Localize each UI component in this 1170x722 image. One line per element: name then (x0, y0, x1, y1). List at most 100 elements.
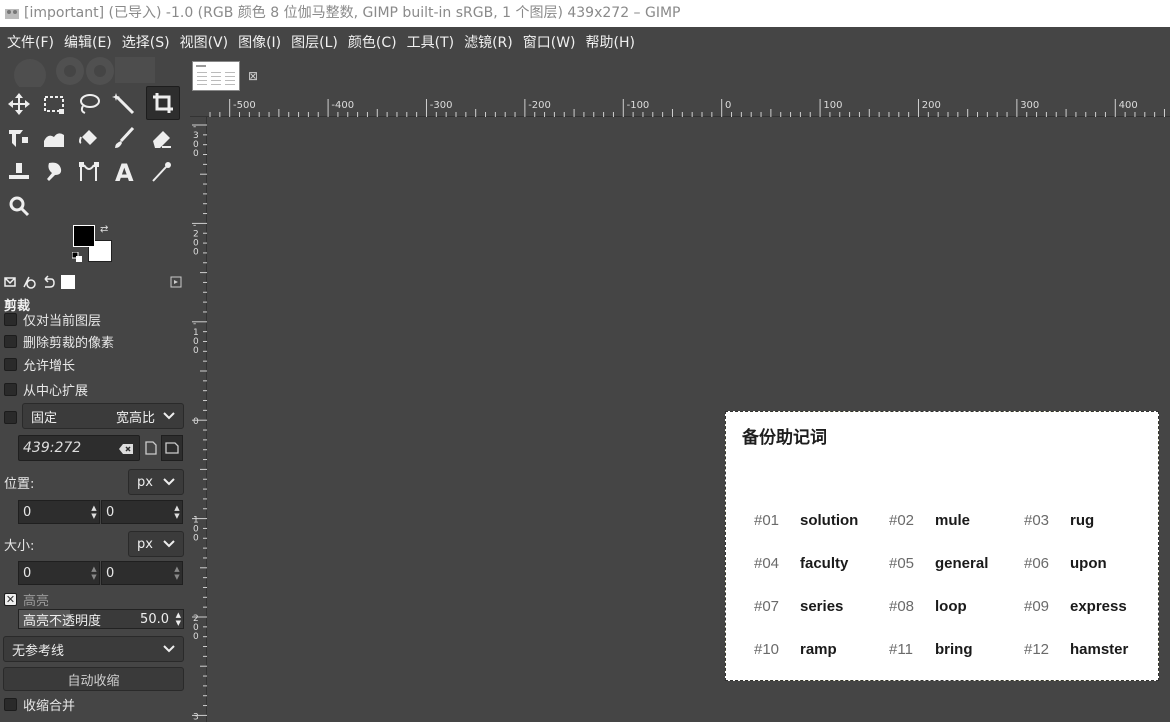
images-tab-icon[interactable] (60, 274, 76, 290)
fuzzy-select-icon[interactable] (107, 87, 141, 121)
rect-select-icon[interactable] (37, 87, 71, 121)
current-layer-only-checkbox[interactable]: 仅对当前图层 (4, 309, 101, 329)
auto-shrink-button[interactable]: 自动收缩 (3, 667, 184, 691)
menu-tools[interactable]: 工具(T) (402, 32, 459, 52)
bucket-fill-icon[interactable] (72, 121, 106, 155)
swap-colors-icon[interactable]: ⇄ (100, 224, 108, 235)
fg-bg-colors[interactable]: ⇄ (70, 224, 118, 264)
document-title: 备份助记词 (742, 428, 827, 448)
default-colors-icon[interactable] (72, 252, 82, 262)
image-thumbnail-tab[interactable] (192, 61, 240, 91)
checkbox-box[interactable] (4, 312, 17, 326)
word-text: upon (1070, 555, 1107, 572)
tool-options-panel: 剪裁 仅对当前图层 删除剪裁的像素 允许增长 从中心扩展 固定 宽高比 439:… (0, 293, 186, 722)
size-unit-dropdown[interactable]: px (128, 531, 184, 557)
panel-menu-icon[interactable] (168, 274, 184, 290)
shrink-merged-checkbox[interactable]: 收缩合并 (4, 694, 75, 714)
menu-edit[interactable]: 编辑(E) (59, 32, 117, 52)
word-text: rug (1070, 512, 1095, 529)
checkbox-box[interactable] (4, 697, 17, 711)
word-number: #03 (1024, 512, 1050, 529)
clone-icon[interactable] (2, 155, 36, 189)
checkbox-box[interactable] (4, 382, 17, 396)
position-y-spinner-icon[interactable]: ▲ ▼ (172, 500, 182, 524)
word-item: #07 series (754, 598, 843, 615)
clear-input-icon[interactable] (119, 444, 133, 454)
zoom-icon[interactable] (2, 189, 36, 223)
checkbox-box[interactable] (4, 410, 17, 424)
checkbox-box[interactable] (4, 357, 17, 371)
word-item: #03 rug (1024, 512, 1094, 529)
menu-layer[interactable]: 图层(L) (286, 32, 343, 52)
undo-history-tab-icon[interactable] (40, 274, 56, 290)
device-status-tab-icon[interactable] (21, 274, 37, 290)
ruler-label: -200 (193, 220, 199, 257)
paths-icon[interactable] (72, 155, 106, 189)
position-x-spinner-icon[interactable]: ▲ ▼ (89, 500, 99, 524)
word-number: #04 (754, 555, 780, 572)
tool-options-tab-icon[interactable] (2, 274, 18, 290)
menu-help[interactable]: 帮助(H) (581, 32, 640, 52)
aspect-ratio-input[interactable]: 439:272 (18, 435, 140, 461)
ruler-label: 100 (193, 516, 199, 544)
size-h-input[interactable]: 0 (101, 561, 183, 585)
menu-image[interactable]: 图像(I) (233, 32, 286, 52)
highlight-opacity-slider[interactable]: 高亮不透明度 50.0 ▲ ▼ (18, 609, 184, 629)
menu-colors[interactable]: 颜色(C) (343, 32, 402, 52)
menu-file[interactable]: 文件(F) (2, 32, 59, 52)
vertical-ruler[interactable]: -300 -200 -100 0 100 200 300 (190, 117, 207, 722)
word-number: #09 (1024, 598, 1050, 615)
menu-select[interactable]: 选择(S) (117, 32, 175, 52)
chevron-down-icon (163, 478, 175, 486)
position-x-input[interactable]: 0 (18, 500, 100, 524)
slider-spinner-icon[interactable]: ▲ ▼ (176, 611, 181, 627)
lasso-icon[interactable] (72, 87, 106, 121)
position-unit-dropdown[interactable]: px (128, 469, 184, 495)
checkbox-label: 收缩合并 (23, 698, 76, 714)
expand-from-center-checkbox[interactable]: 从中心扩展 (4, 379, 88, 399)
checkbox-box[interactable] (4, 334, 17, 348)
text-icon[interactable]: A (107, 155, 141, 189)
eraser-icon[interactable] (144, 121, 178, 155)
delete-cropped-pixels-checkbox[interactable]: 删除剪裁的像素 (4, 331, 114, 351)
menu-windows[interactable]: 窗口(W) (518, 32, 581, 52)
thumbnail-preview-icon (196, 65, 235, 85)
checkbox-label: 从中心扩展 (23, 383, 89, 399)
transform-icon[interactable] (2, 121, 36, 155)
warp-icon[interactable] (37, 121, 71, 155)
guides-dropdown[interactable]: 无参考线 (3, 636, 184, 662)
move-tool-icon[interactable] (2, 87, 36, 121)
smudge-icon[interactable] (37, 155, 71, 189)
word-item: #09 express (1024, 598, 1127, 615)
close-tab-icon[interactable]: ⊠ (248, 69, 258, 83)
portrait-icon[interactable] (140, 435, 162, 461)
size-w-spinner-icon[interactable]: ▲ ▼ (89, 561, 99, 585)
fixed-checkbox[interactable] (4, 407, 23, 427)
highlight-checkbox[interactable]: ✕ 高亮 (4, 589, 49, 609)
horizontal-ruler[interactable]: -500 -400 -300 -200 -100 0 100 200 300 400 (190, 97, 1170, 117)
crop-icon[interactable] (146, 86, 180, 120)
fixed-mode-dropdown[interactable]: 固定 宽高比 (22, 403, 184, 429)
color-picker-icon[interactable] (144, 155, 178, 189)
size-w-input[interactable]: 0 (18, 561, 100, 585)
position-y-input[interactable]: 0 (101, 500, 183, 524)
word-item: #06 upon (1024, 555, 1107, 572)
horizontal-ruler-ticks: -500 -400 -300 -200 -100 0 100 200 300 400 (209, 99, 1165, 117)
svg-text:A: A (115, 159, 134, 185)
landscape-icon[interactable] (161, 435, 183, 461)
word-number: #05 (889, 555, 915, 572)
paintbrush-icon[interactable] (107, 121, 141, 155)
checkbox-checked-icon[interactable]: ✕ (4, 592, 17, 606)
allow-growing-checkbox[interactable]: 允许增长 (4, 354, 75, 374)
menu-view[interactable]: 视图(V) (175, 32, 234, 52)
checkbox-label: 仅对当前图层 (23, 313, 102, 329)
size-h-spinner-icon[interactable]: ▲ ▼ (172, 561, 182, 585)
word-number: #02 (889, 512, 915, 529)
menu-filters[interactable]: 滤镜(R) (459, 32, 518, 52)
aspect-ratio-value: 439:272 (23, 440, 82, 456)
word-text: faculty (800, 555, 849, 572)
foreground-color-swatch[interactable] (73, 225, 95, 247)
word-item: #10 ramp (754, 641, 837, 658)
chevron-down-icon (163, 645, 175, 653)
ruler-label: -200 (528, 100, 551, 111)
